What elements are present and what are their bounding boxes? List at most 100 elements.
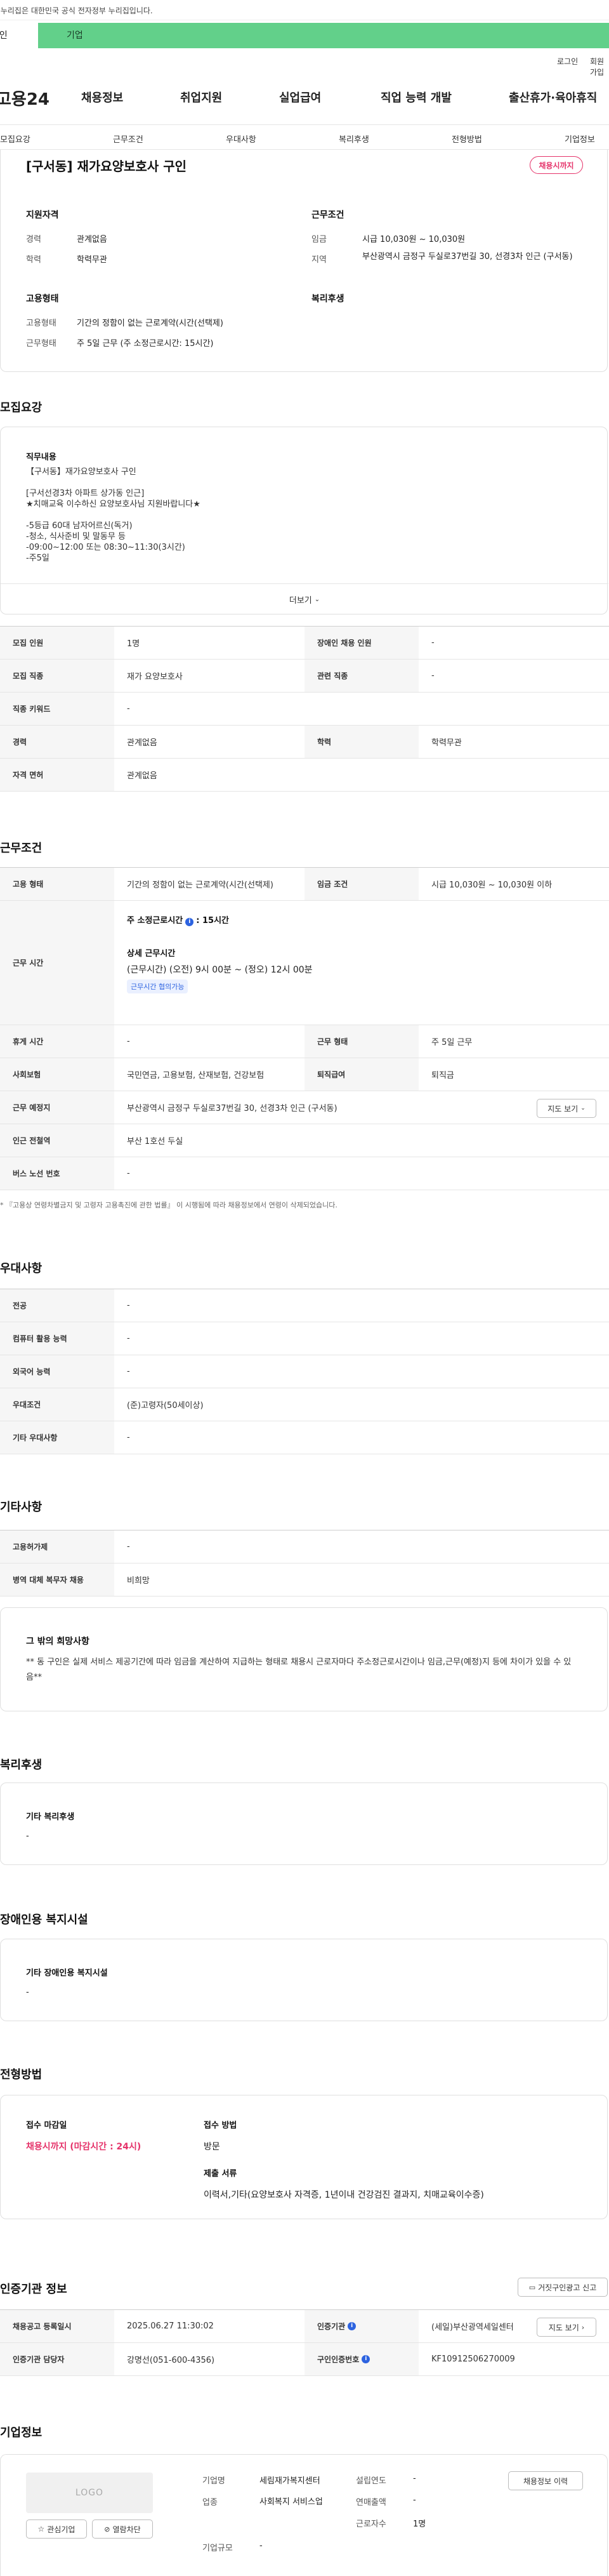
table-header: 기타 우대사항 xyxy=(0,1421,114,1454)
table-header: 경력 xyxy=(0,726,114,758)
welfare-card: 기타 복리후생 - xyxy=(0,1783,608,1865)
section-nav-process[interactable]: 전형방법 xyxy=(452,133,482,145)
nav-unemployment-benefit[interactable]: 실업급여 xyxy=(279,89,321,105)
nav-job-training[interactable]: 직업 능력 개발 xyxy=(381,89,452,105)
table-cell: - xyxy=(127,1334,130,1343)
table-cell: 2025.06.27 11:30:02 xyxy=(127,2321,214,2331)
table-cell: KF10912506270009 xyxy=(431,2354,515,2364)
table-row: 병역 대체 복무자 채용 비희망 xyxy=(0,1564,609,1597)
section-nav-work[interactable]: 근무조건 xyxy=(113,133,143,145)
table-cell: 시급 10,030원 ~ 10,030원 이하 xyxy=(431,880,553,890)
table-header: 채용공고 등록일시 xyxy=(0,2310,114,2342)
signup-link[interactable]: 회원가입 xyxy=(590,56,609,77)
table-cell: 1명 xyxy=(127,639,140,649)
table-header: 모집 직종 xyxy=(0,660,114,692)
work-table: 고용 형태 기간의 정함이 없는 근로계약(시간(선택제) 임금 조건 시급 1… xyxy=(0,867,609,1190)
deadline-label: 접수 마감일 xyxy=(26,2121,67,2130)
table-cell: - xyxy=(127,1367,130,1376)
block-icon: ⊘ xyxy=(104,2525,110,2533)
table-header: 고용허가제 xyxy=(0,1530,114,1563)
company-size-label: 기업규모 xyxy=(202,2544,233,2553)
nav-parental-leave[interactable]: 출산휴가·육아휴직 xyxy=(509,89,597,105)
duty-card: 직무내용 【구서동】재가요양보호사 구인 [구서선경3차 아파트 상가동 인근]… xyxy=(0,427,608,614)
table-row: 근무 시간 주 소정근로시간 i: 15시간 상세 근무시간 (근무시간) (오전… xyxy=(0,901,609,1025)
site-logo[interactable]: 고용24 xyxy=(0,86,49,110)
table-cell: 주 5일 근무 xyxy=(431,1038,473,1047)
table-row: 인증기관 담당자 강명선(051-600-4356) 구인인증번호 i KF109… xyxy=(0,2343,609,2376)
workform-value: 주 5일 근무 (주 소정근로시간: 15시간) xyxy=(77,339,214,349)
table-header: 구인인증번호 i xyxy=(304,2343,419,2375)
company-name-label: 기업명 xyxy=(202,2476,225,2486)
table-header: 고용 형태 xyxy=(0,868,114,900)
method-value: 방문 xyxy=(204,2142,220,2152)
section-nav-company[interactable]: 기업정보 xyxy=(565,133,595,145)
disab-value: - xyxy=(26,1988,29,1997)
chevron-down-icon: ⌄ xyxy=(580,1105,586,1112)
table-header: 전공 xyxy=(0,1289,114,1322)
report-fake-ad-button[interactable]: ▭ 거짓구인광고 신고 xyxy=(518,2278,608,2297)
info-icon[interactable]: i xyxy=(362,2355,370,2363)
table-row: 기타 우대사항 - xyxy=(0,1421,609,1454)
cert-map-button[interactable]: 지도 보기 › xyxy=(537,2318,596,2337)
welfare-heading: 복리후생 xyxy=(0,1758,43,1772)
recruit-history-button[interactable]: 채용정보 이력 xyxy=(508,2471,583,2490)
method-label: 접수 방법 xyxy=(204,2121,237,2130)
nav-jobs[interactable]: 채용정보 xyxy=(81,89,123,105)
etc-table: 고용허가제 - 병역 대체 복무자 채용 비희망 xyxy=(0,1530,609,1597)
founded-value: - xyxy=(413,2474,416,2483)
block-view-button[interactable]: ⊘ 열람차단 xyxy=(92,2520,153,2539)
region-label: 지역 xyxy=(311,255,327,265)
map-button[interactable]: 지도 보기 ⌄ xyxy=(537,1099,596,1118)
chevron-right-icon: › xyxy=(581,2323,585,2332)
wage-label: 임금 xyxy=(311,235,327,244)
emptype-value: 기간의 정함이 없는 근로계약(시간(선택제) xyxy=(77,319,223,328)
section-nav: 모집요강 근무조건 우대사항 복리후생 전형방법 기업정보 xyxy=(0,124,609,150)
sales-value: - xyxy=(413,2495,416,2505)
welfare-value: - xyxy=(26,1831,29,1841)
table-row: 직종 키워드 - xyxy=(0,693,609,726)
table-header: 관련 직종 xyxy=(304,660,419,692)
table-header: 모집 인원 xyxy=(0,627,114,659)
table-row: 전공 - xyxy=(0,1289,609,1322)
table-cell: - xyxy=(127,1433,130,1442)
founded-label: 설립연도 xyxy=(356,2476,386,2486)
emptype-label: 고용형태 xyxy=(26,319,56,328)
table-cell: 관계없음 xyxy=(127,771,157,781)
table-cell: 재가 요양보호사 xyxy=(127,672,183,682)
welfare-sub: 기타 복리후생 xyxy=(26,1812,75,1822)
industry-label: 업종 xyxy=(202,2498,218,2507)
table-row: 경력 관계없음 학력 학력무관 xyxy=(0,726,609,759)
login-link[interactable]: 로그인 xyxy=(557,56,578,67)
cert-heading: 인증기관 정보 xyxy=(0,2283,67,2296)
sales-label: 연매출액 xyxy=(356,2498,386,2507)
detail-hours-value: (근무시간) (오전) 9시 00분 ~ (정오) 12시 00분 xyxy=(127,965,313,975)
section-nav-pref[interactable]: 우대사항 xyxy=(226,133,256,145)
info-icon[interactable]: i xyxy=(348,2322,357,2330)
chevron-down-icon: ⌄ xyxy=(314,596,320,603)
job-title: [구서동] 재가요양보호사 구인 xyxy=(26,159,187,174)
wage-value: 시급 10,030원 ~ 10,030원 xyxy=(362,235,466,244)
career-value: 관계없음 xyxy=(77,235,107,244)
table-cell: - xyxy=(127,1301,130,1310)
hours-negotiable-chip: 근무시간 협의가능 xyxy=(127,979,188,993)
duty-title: 직무내용 xyxy=(26,453,56,462)
more-button[interactable]: 더보기 ⌄ xyxy=(1,583,608,615)
section-nav-recruit[interactable]: 모집요강 xyxy=(0,133,30,145)
favorite-company-button[interactable]: ☆ 관심기업 xyxy=(26,2520,87,2539)
table-header: 근무 형태 xyxy=(304,1025,419,1058)
tab-company[interactable]: 기업 xyxy=(38,23,609,48)
table-cell: - xyxy=(127,1037,130,1046)
process-heading: 전형방법 xyxy=(0,2068,43,2081)
section-nav-welfare[interactable]: 복리후생 xyxy=(339,133,369,145)
nav-employment-support[interactable]: 취업지원 xyxy=(180,89,222,105)
workform-label: 근무형태 xyxy=(26,339,56,349)
table-row: 버스 노선 번호 - xyxy=(0,1157,609,1190)
table-row: 휴게 시간 - 근무 형태 주 5일 근무 xyxy=(0,1025,609,1058)
table-cell: 관계없음 xyxy=(127,738,157,748)
table-header: 직종 키워드 xyxy=(0,693,114,725)
duty-text: 【구서동】재가요양보호사 구인 [구서선경3차 아파트 상가동 인근] ★치매교… xyxy=(26,467,200,563)
pref-heading: 우대사항 xyxy=(0,1262,43,1275)
table-header: 인근 전철역 xyxy=(0,1124,114,1157)
wish-card: 그 밖의 희망사항 ** 동 구인은 실제 서비스 제공기간에 따라 임금을 계… xyxy=(0,1607,608,1711)
info-icon[interactable]: i xyxy=(185,918,194,926)
